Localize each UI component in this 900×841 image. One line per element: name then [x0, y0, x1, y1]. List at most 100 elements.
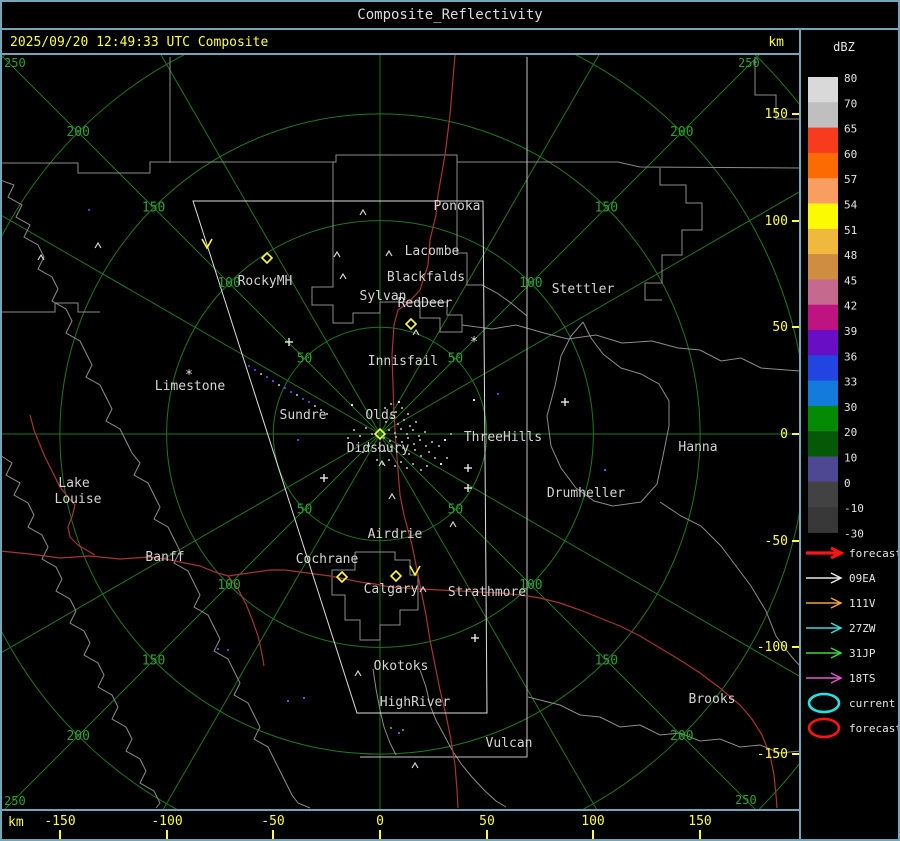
bottom-axis: km -150 -100 -50 0 50 100 150 — [0, 811, 800, 841]
right-axis-label: -50 — [765, 534, 788, 549]
dbz-scale-label: 65 — [844, 123, 857, 136]
radar-site-diamond-icon — [404, 317, 418, 331]
echo-dot — [438, 445, 440, 447]
dbz-color-band — [808, 279, 838, 306]
dbz-color-band — [808, 127, 838, 154]
dbz-color-band — [808, 355, 838, 382]
dbz-scale-label: -30 — [844, 527, 864, 540]
ring-distance-label: 150 — [595, 653, 618, 668]
bottom-axis-tick — [486, 830, 488, 839]
caret-marker-icon — [411, 761, 419, 769]
ring-distance-label: 250 — [4, 56, 26, 70]
dbz-color-band — [808, 228, 838, 255]
bottom-axis-tick — [272, 830, 274, 839]
dbz-color-band — [808, 330, 838, 356]
echo-dot — [604, 469, 606, 471]
echo-dot — [412, 463, 414, 465]
dbz-scale-label: 45 — [844, 274, 857, 287]
echo-dot — [302, 398, 304, 400]
city-label: Okotoks — [374, 659, 429, 674]
city-label: Limestone — [155, 379, 226, 394]
bottom-axis-label: 150 — [688, 814, 712, 829]
bottom-axis-label: -100 — [151, 814, 183, 829]
echo-dot — [428, 451, 430, 453]
echo-dot — [217, 648, 219, 650]
dbz-scale-label: 30 — [844, 401, 857, 414]
echo-dot — [260, 373, 262, 375]
ring-distance-label: 50 — [297, 352, 313, 367]
bottom-axis-tick — [379, 830, 381, 839]
right-axis-label: 0 — [780, 427, 788, 442]
dbz-color-band — [808, 456, 838, 483]
echo-dot — [406, 467, 408, 469]
dbz-scale-label: 33 — [844, 376, 857, 389]
city-label: Stettler — [552, 282, 615, 297]
echo-dot — [450, 433, 452, 435]
echo-dot — [398, 401, 400, 403]
right-axis-label: -150 — [757, 747, 788, 762]
ring-distance-label: 250 — [738, 56, 760, 70]
echo-dot — [440, 463, 442, 465]
legend-label: forecast — [849, 722, 900, 735]
radial-line — [160, 55, 381, 435]
echo-dot — [390, 727, 392, 729]
echo-dot — [420, 455, 422, 457]
city-label: Didsbury — [347, 441, 410, 456]
radial-line — [379, 433, 800, 678]
caret-marker-icon — [333, 250, 341, 258]
caret-marker-icon — [388, 492, 396, 500]
dbz-color-band — [808, 203, 838, 230]
title-bar[interactable]: Composite_Reflectivity — [0, 0, 900, 30]
ring-distance-label: 250 — [735, 793, 757, 807]
caret-marker-icon — [354, 669, 362, 677]
app-window: Composite_Reflectivity 2025/09/20 12:49:… — [0, 0, 900, 841]
right-axis-label: 50 — [772, 320, 788, 335]
echo-dot — [444, 439, 446, 441]
bottom-axis-tick — [59, 830, 61, 839]
caret-marker-icon — [359, 208, 367, 216]
echo-dot — [272, 380, 274, 382]
boundary-line — [461, 324, 701, 351]
echo-dot — [388, 459, 390, 461]
bottom-axis-label: 0 — [376, 814, 384, 829]
dbz-scale-label: 10 — [844, 452, 857, 465]
dbz-color-band — [808, 254, 838, 280]
dbz-scale-label: 20 — [844, 426, 857, 439]
dbz-scale-label: 39 — [844, 325, 857, 338]
echo-dot — [266, 376, 268, 378]
echo-dot — [394, 432, 396, 434]
dbz-scale-label: 80 — [844, 72, 857, 85]
dbz-scale-label: 42 — [844, 300, 857, 313]
echo-dot — [290, 391, 292, 393]
radar-map-canvas[interactable]: 5050505010010010010015015015015020020020… — [0, 55, 800, 810]
echo-dot — [376, 459, 378, 461]
caret-marker-icon — [339, 272, 347, 280]
echo-dot — [371, 433, 373, 435]
city-label: HighRiver — [380, 695, 451, 710]
ring-distance-label: 50 — [448, 502, 464, 517]
echo-dot — [308, 401, 310, 403]
dbz-sidebar: dBZ 80 70 65 60 57 54 51 48 45 42 39 36 33 30 20 10 0 -10 -… — [800, 30, 900, 841]
echo-dot — [418, 435, 420, 437]
legend-label: current — [849, 697, 895, 710]
caret-marker-icon — [449, 520, 457, 528]
scale-title: dBZ — [833, 40, 855, 54]
city-label: Banff — [145, 550, 184, 565]
dbz-color-scale: 80 70 65 60 57 54 51 48 45 42 39 36 33 30 20 10 0 -10 -30 — [808, 72, 864, 540]
city-label: Hanna — [678, 440, 717, 455]
dbz-color-band — [808, 152, 838, 179]
echo-dot — [248, 365, 250, 367]
frame-top — [0, 0, 900, 2]
boundary-line — [527, 696, 800, 754]
dbz-scale-label: 57 — [844, 173, 857, 186]
echo-dot — [397, 423, 399, 425]
header-unit-label: km — [768, 35, 784, 50]
asterisk-marker-icon: * — [470, 335, 478, 350]
echo-dot — [414, 449, 416, 451]
echo-dot — [347, 437, 349, 439]
frame-left — [0, 0, 2, 841]
frame-map-bottom-divider — [0, 809, 801, 811]
echo-dot — [284, 387, 286, 389]
ring-distance-label: 50 — [297, 502, 313, 517]
city-label: Ponoka — [434, 199, 481, 214]
